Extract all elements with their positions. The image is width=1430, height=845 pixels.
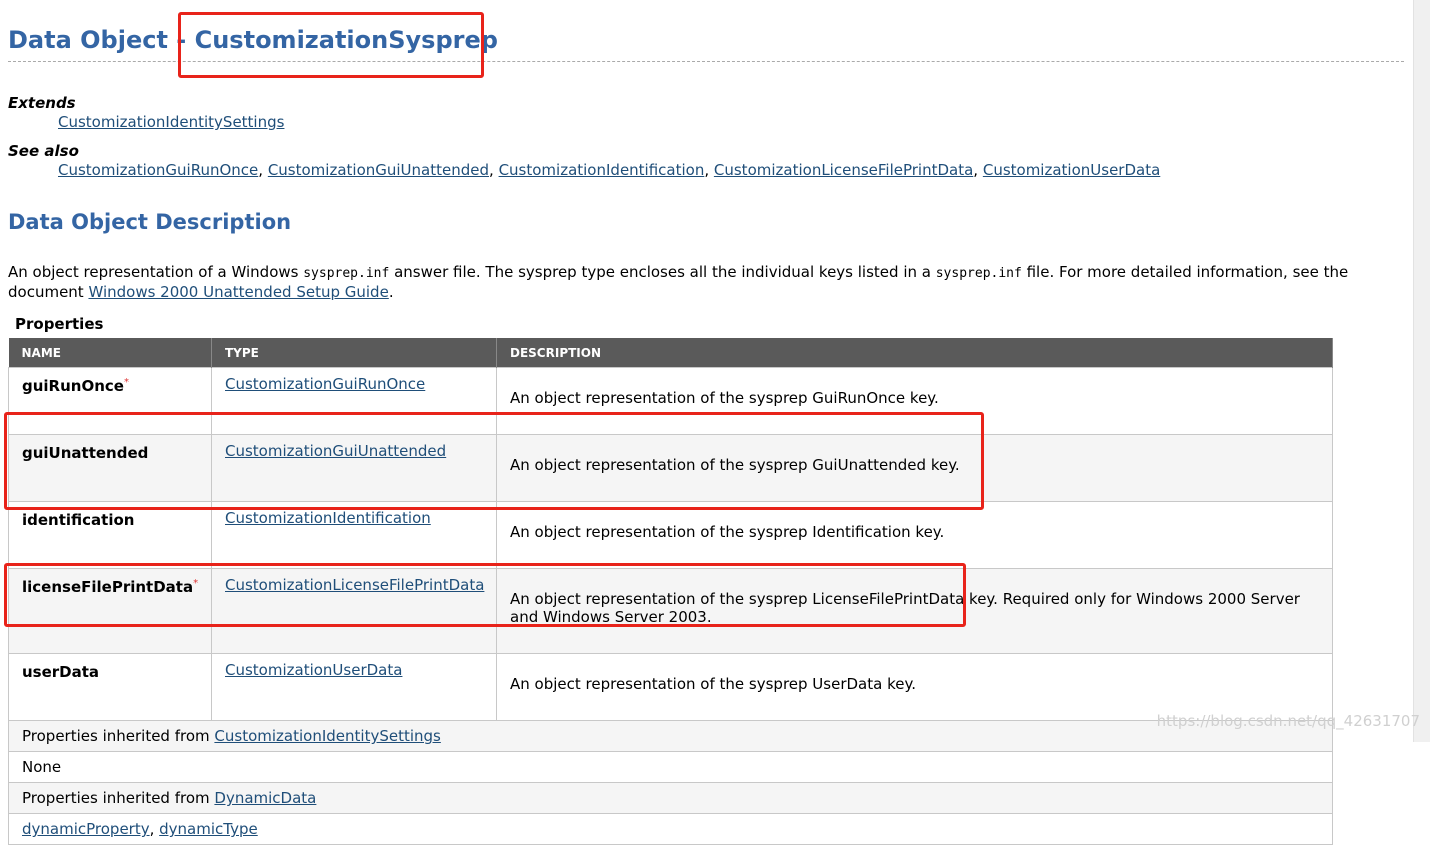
inherited-source-link[interactable]: DynamicData (214, 789, 316, 807)
see-also-link-userdata[interactable]: CustomizationUserData (983, 161, 1160, 179)
property-name-cell: guiRunOnce* (8, 367, 212, 435)
inherited-label: Properties inherited from (22, 789, 215, 807)
page-title: Data Object - CustomizationSysprep (8, 26, 498, 54)
inherited-none: None (8, 751, 1333, 783)
description-text-part: answer file. The sysprep type encloses a… (389, 263, 936, 281)
watermark: https://blog.csdn.net/qq_42631707 (1156, 712, 1420, 730)
description-text: An object representation of a Windows sy… (8, 263, 1368, 301)
extends-link[interactable]: CustomizationIdentitySettings (58, 113, 284, 131)
inherited-header-row: Properties inherited from DynamicData (8, 782, 1333, 814)
property-name: userData (22, 663, 100, 681)
extends-value: CustomizationIdentitySettings (58, 113, 284, 131)
property-type-cell: CustomizationUserData (211, 653, 497, 721)
inherited-label: Properties inherited from (22, 727, 215, 745)
property-description: An object representation of the sysprep … (496, 653, 1333, 721)
title-divider (8, 61, 1404, 62)
property-name-cell: userData (8, 653, 212, 721)
property-name-cell: identification (8, 501, 212, 569)
vertical-scrollbar[interactable] (1413, 0, 1430, 742)
see-also-links: CustomizationGuiRunOnce, CustomizationGu… (58, 161, 1161, 179)
property-type-link[interactable]: CustomizationGuiRunOnce (225, 375, 425, 393)
property-type-link[interactable]: CustomizationLicenseFilePrintData (225, 576, 484, 594)
table-row: licenseFilePrintData* CustomizationLicen… (8, 568, 1333, 654)
description-text-part: . (388, 283, 394, 301)
description-code: sysprep.inf (935, 266, 1022, 281)
see-also-link-guiunattended[interactable]: CustomizationGuiUnattended (268, 161, 489, 179)
required-marker: * (123, 377, 129, 388)
description-heading: Data Object Description (8, 210, 292, 234)
property-description: An object representation of the sysprep … (496, 568, 1333, 654)
table-header-row: NAME TYPE DESCRIPTION (8, 338, 1333, 368)
property-name: identification (22, 511, 135, 529)
property-type-cell: CustomizationIdentification (211, 501, 497, 569)
see-also-label: See also (8, 142, 79, 160)
property-description: An object representation of the sysprep … (496, 434, 1333, 502)
page-title-name: CustomizationSysprep (194, 26, 498, 54)
column-header-name: NAME (8, 338, 212, 368)
table-row: guiUnattended CustomizationGuiUnattended… (8, 434, 1333, 502)
property-type-link[interactable]: CustomizationIdentification (225, 509, 431, 527)
properties-caption: Properties (15, 315, 104, 333)
property-name: licenseFilePrintData (22, 578, 194, 596)
inherited-links: dynamicProperty, dynamicType (8, 813, 1333, 845)
property-type-cell: CustomizationGuiRunOnce (211, 367, 497, 435)
dynamic-type-link[interactable]: dynamicType (159, 820, 258, 838)
column-header-description: DESCRIPTION (496, 338, 1333, 368)
property-type-cell: CustomizationGuiUnattended (211, 434, 497, 502)
property-name-cell: guiUnattended (8, 434, 212, 502)
property-name-cell: licenseFilePrintData* (8, 568, 212, 654)
page-title-prefix: Data Object - (8, 26, 195, 54)
inherited-values-row: None (8, 751, 1333, 783)
inherited-source-link[interactable]: CustomizationIdentitySettings (214, 727, 440, 745)
property-name: guiUnattended (22, 444, 149, 462)
description-code: sysprep.inf (303, 266, 390, 281)
property-description: An object representation of the sysprep … (496, 501, 1333, 569)
table-row: guiRunOnce* CustomizationGuiRunOnce An o… (8, 367, 1333, 435)
inherited-header-row: Properties inherited from CustomizationI… (8, 720, 1333, 752)
inherited-header: Properties inherited from DynamicData (8, 782, 1333, 814)
see-also-link-identification[interactable]: CustomizationIdentification (499, 161, 705, 179)
see-also-link-licensefileprintdata[interactable]: CustomizationLicenseFilePrintData (714, 161, 973, 179)
properties-table: NAME TYPE DESCRIPTION guiRunOnce* Custom… (8, 338, 1333, 845)
inherited-values-row: dynamicProperty, dynamicType (8, 813, 1333, 845)
table-row: userData CustomizationUserData An object… (8, 653, 1333, 721)
property-type-link[interactable]: CustomizationUserData (225, 661, 402, 679)
inherited-header: Properties inherited from CustomizationI… (8, 720, 1333, 752)
property-type-cell: CustomizationLicenseFilePrintData (211, 568, 497, 654)
property-description: An object representation of the sysprep … (496, 367, 1333, 435)
table-row: identification CustomizationIdentificati… (8, 501, 1333, 569)
dynamic-property-link[interactable]: dynamicProperty (22, 820, 150, 838)
extends-label: Extends (8, 94, 76, 112)
column-header-type: TYPE (211, 338, 497, 368)
see-also-link-guirunonce[interactable]: CustomizationGuiRunOnce (58, 161, 258, 179)
description-text-part: An object representation of a Windows (8, 263, 304, 281)
property-name: guiRunOnce (22, 377, 124, 395)
required-marker: * (193, 578, 199, 589)
unattended-setup-guide-link[interactable]: Windows 2000 Unattended Setup Guide (88, 283, 388, 301)
property-type-link[interactable]: CustomizationGuiUnattended (225, 442, 446, 460)
